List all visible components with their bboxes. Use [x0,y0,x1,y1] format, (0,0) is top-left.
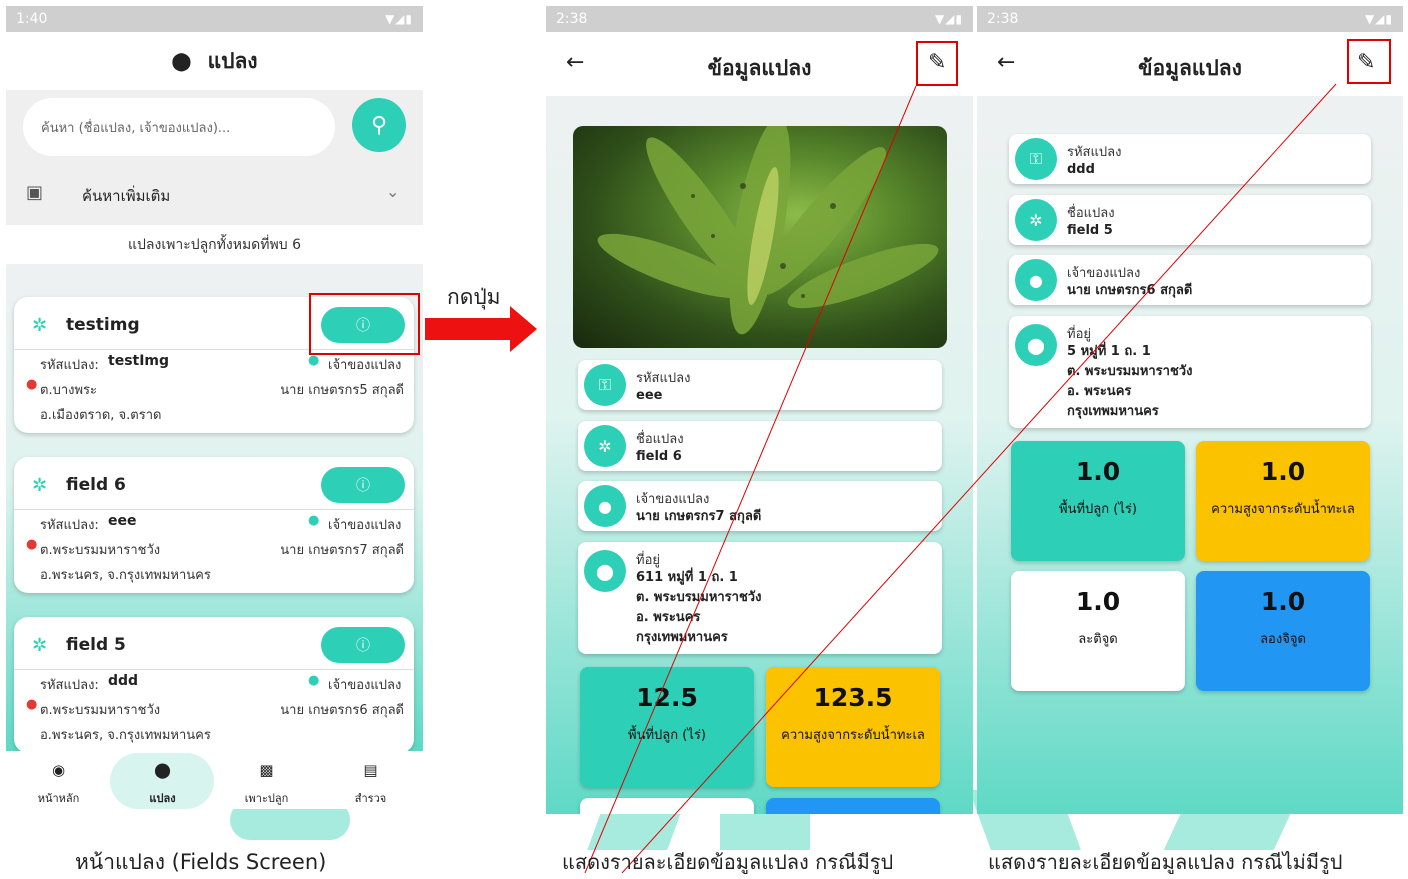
caption-fields-screen: หน้าแปลง (Fields Screen) [75,850,327,874]
caption-detail-no-photo: แสดงรายละเอียดข้อมูลแปลง กรณีไม่มีรูป [988,850,1343,874]
annotation-lines [584,83,1337,873]
caption-detail-with-photo: แสดงรายละเอียดข้อมูลแปลง กรณีมีรูป [562,850,894,874]
